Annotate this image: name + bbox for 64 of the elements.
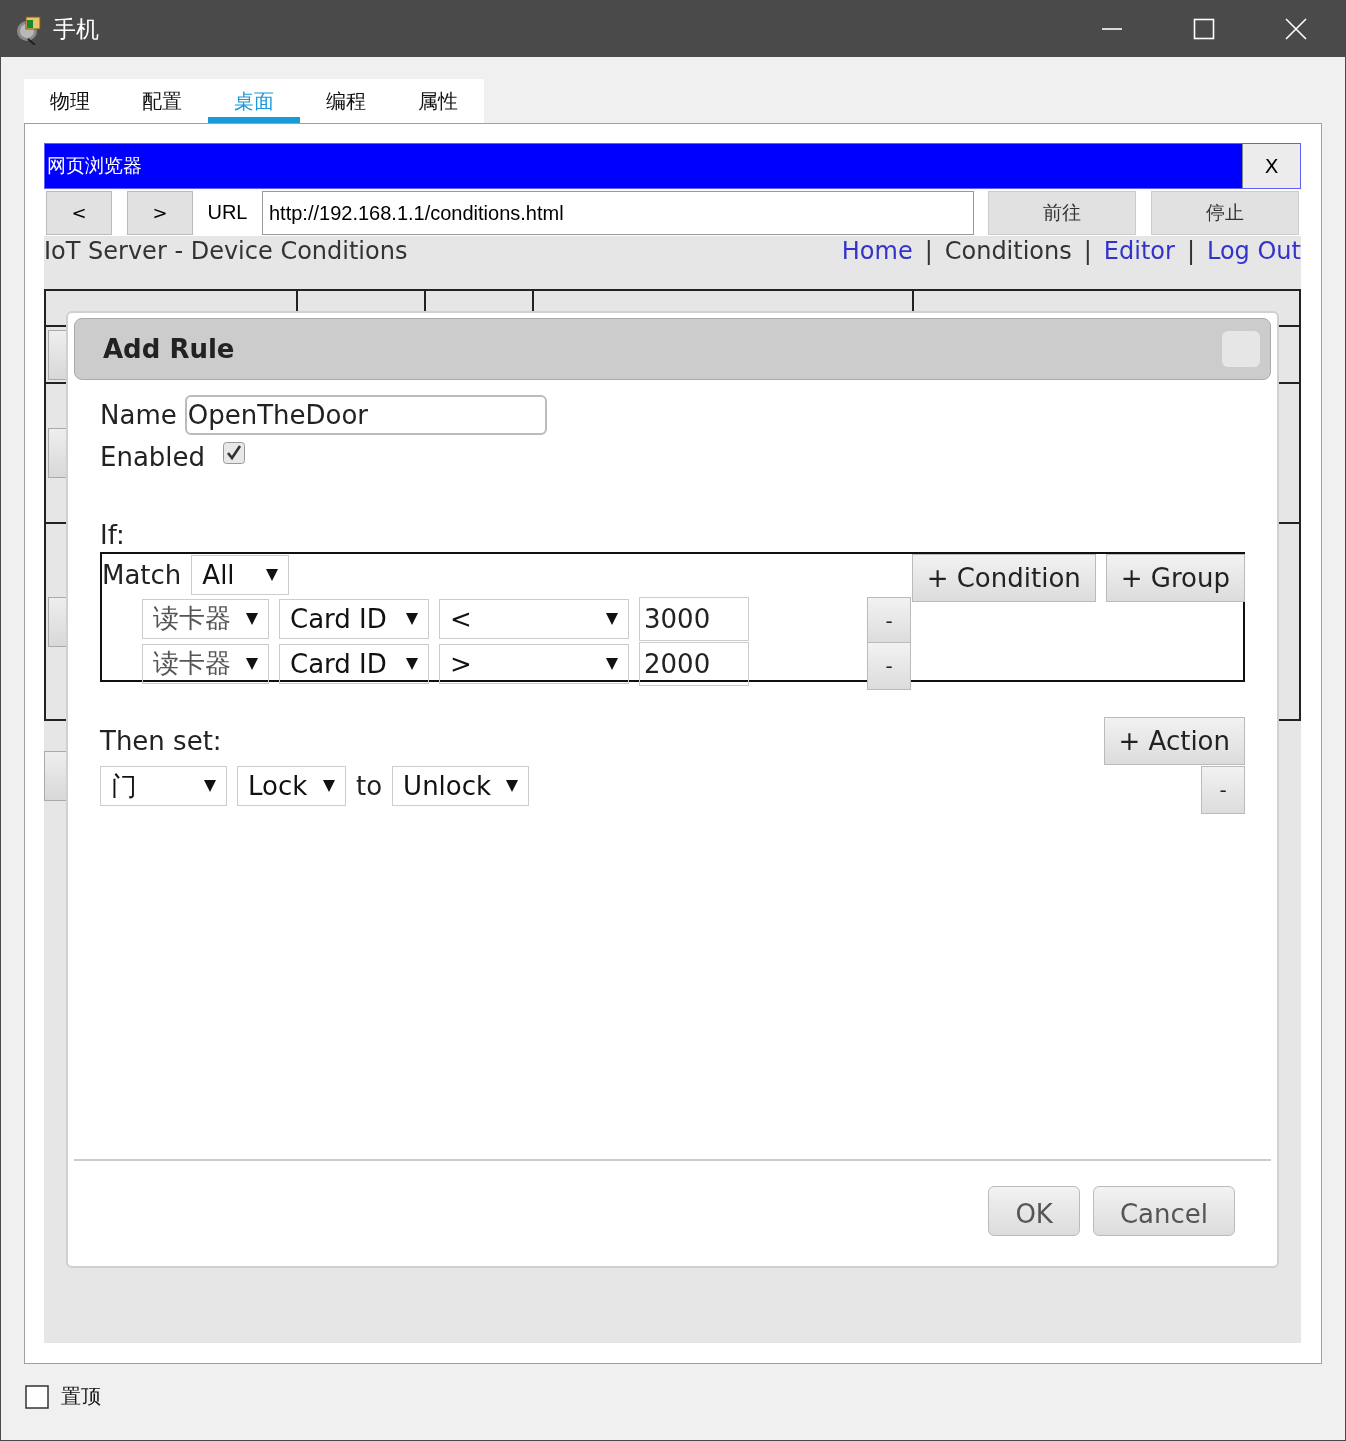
caret-icon	[204, 780, 216, 792]
window-title: 手机	[53, 14, 99, 44]
back-button[interactable]: <	[46, 190, 112, 235]
dropdown[interactable]: 读卡器	[142, 643, 269, 684]
then-label: Then set:	[100, 726, 222, 756]
nav-separator: |	[924, 236, 933, 267]
match-label: Match	[102, 560, 182, 590]
nav-link[interactable]: Editor	[1103, 236, 1175, 289]
name-label: Name	[100, 400, 177, 430]
caret-icon	[246, 657, 258, 670]
dropdown[interactable]: >	[439, 643, 629, 684]
nav-separator: |	[1186, 236, 1195, 267]
dropdown[interactable]: <	[439, 598, 629, 639]
caret-icon	[406, 657, 418, 670]
dropdown[interactable]: 读卡器	[142, 598, 269, 639]
page-heading: IoT Server - Device Conditions	[44, 236, 408, 267]
value-field[interactable]: 2000	[639, 641, 749, 686]
nav-link[interactable]: Log Out	[1207, 236, 1301, 289]
url-label: URL	[206, 201, 249, 224]
add-group-button[interactable]: + Group	[1105, 554, 1245, 602]
to-label: to	[356, 770, 383, 803]
dropdown[interactable]: Card ID	[279, 598, 429, 639]
caret-icon	[266, 569, 279, 581]
tab[interactable]: 编程	[300, 79, 392, 123]
ok-button[interactable]: OK	[988, 1186, 1080, 1236]
dropdown[interactable]: Unlock	[392, 766, 530, 806]
caret-icon	[506, 780, 519, 792]
close-icon[interactable]	[1285, 18, 1307, 40]
url-field[interactable]: http://192.168.1.1/conditions.html	[262, 190, 974, 235]
stop-button[interactable]: 停止	[1151, 190, 1299, 235]
tab[interactable]: 属性	[392, 79, 484, 123]
add-condition-button[interactable]: + Condition	[911, 554, 1096, 602]
nav-current: Conditions	[944, 236, 1072, 267]
caret-icon	[606, 657, 618, 670]
caret-icon	[406, 612, 418, 625]
nav-separator: |	[1083, 236, 1092, 267]
value-field[interactable]: 3000	[639, 596, 749, 641]
tab[interactable]: 配置	[116, 79, 208, 123]
add-action-button[interactable]: + Action	[1103, 717, 1245, 765]
dialog-title: Add Rule	[103, 334, 235, 364]
go-button[interactable]: 前往	[988, 190, 1136, 235]
dropdown[interactable]: 门	[100, 766, 227, 806]
nav-link[interactable]: Home	[841, 236, 913, 289]
tab[interactable]: 物理	[24, 79, 116, 123]
name-field[interactable]: OpenTheDoor	[184, 395, 547, 435]
caret-icon	[246, 612, 258, 625]
enabled-label: Enabled	[100, 442, 206, 472]
maximize-icon[interactable]	[1193, 18, 1215, 40]
remove-button[interactable]: -	[1201, 766, 1245, 814]
remove-button[interactable]: -	[867, 642, 911, 690]
if-label: If:	[100, 519, 126, 552]
always-on-top-label: 置顶	[61, 1383, 101, 1410]
close-button[interactable]: X	[1242, 144, 1300, 188]
dropdown[interactable]: All	[191, 555, 290, 595]
caret-icon	[606, 612, 618, 625]
forward-button[interactable]: >	[127, 190, 193, 235]
dropdown[interactable]: Lock	[237, 766, 346, 806]
checkbox[interactable]	[223, 442, 246, 464]
caret-icon	[323, 780, 335, 792]
checkbox[interactable]	[25, 1384, 49, 1409]
browser-title: 网页浏览器	[46, 153, 142, 178]
dropdown[interactable]: Card ID	[279, 643, 429, 684]
remove-button[interactable]: -	[867, 597, 911, 645]
cancel-button[interactable]: Cancel	[1092, 1186, 1235, 1236]
